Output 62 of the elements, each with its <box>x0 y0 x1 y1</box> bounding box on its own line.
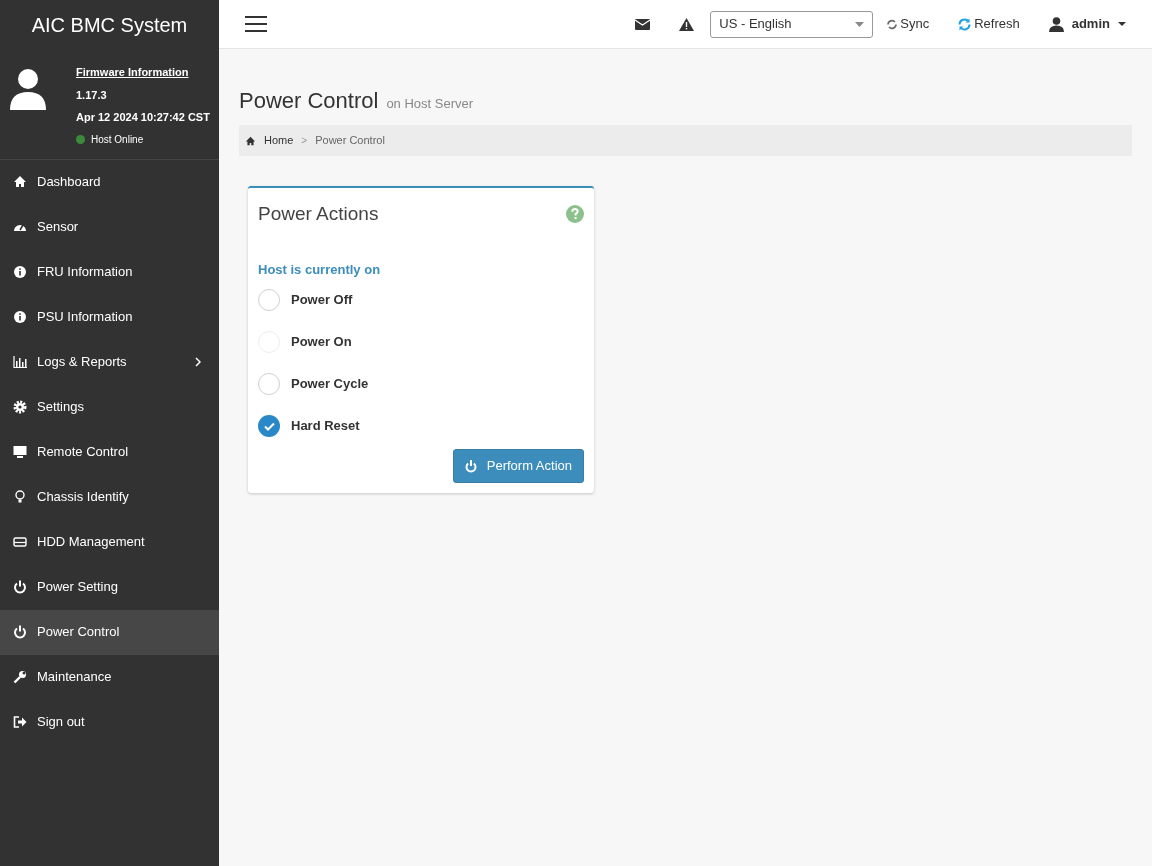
menu-button[interactable] <box>245 16 267 32</box>
warning-icon[interactable] <box>679 17 695 31</box>
sign-out-icon <box>13 715 27 729</box>
caret-icon <box>1118 22 1126 26</box>
wrench-icon <box>13 670 27 684</box>
page-subtitle: on Host Server <box>386 95 474 113</box>
radio-button[interactable] <box>258 373 280 395</box>
perform-action-button[interactable]: Perform Action <box>452 449 584 483</box>
firmware-link[interactable]: Firmware Information <box>76 64 210 81</box>
app-title: AIC BMC System <box>31 13 188 38</box>
sidebar-item[interactable]: Chassis Identify <box>0 474 219 520</box>
page-title: Power Control <box>239 87 379 115</box>
sync-icon <box>887 18 898 30</box>
language-select[interactable]: US - English <box>710 10 874 38</box>
radio-button[interactable] <box>258 415 280 437</box>
lightbulb-icon <box>13 490 27 504</box>
user-avatar-icon <box>8 68 48 112</box>
radio-button[interactable] <box>258 289 280 311</box>
sidebar-item[interactable]: Settings <box>0 384 219 430</box>
sync-button[interactable]: Sync <box>887 14 930 34</box>
drive-icon <box>13 535 27 549</box>
settings-icon <box>13 400 27 414</box>
sidebar-item[interactable]: Power Setting <box>0 564 219 610</box>
build-date: Apr 12 2024 10:27:42 CST <box>76 110 210 125</box>
envelope-icon[interactable] <box>635 18 651 30</box>
power-icon <box>464 459 477 473</box>
refresh-icon <box>958 17 972 31</box>
power-icon <box>13 625 27 639</box>
dropdown-caret-icon <box>855 21 865 27</box>
power-icon <box>13 580 27 594</box>
firmware-version: 1.17.3 <box>76 87 108 103</box>
radio-option[interactable]: Power Cycle <box>258 373 584 395</box>
sidebar-item[interactable]: PSU Information <box>0 294 219 340</box>
home-icon <box>245 135 256 146</box>
info-icon <box>13 310 27 324</box>
breadcrumb-separator: > <box>301 134 308 148</box>
user-menu[interactable]: admin <box>1048 14 1126 34</box>
sidebar-item[interactable]: FRU Information <box>0 249 219 295</box>
sidebar-item[interactable]: Maintenance <box>0 654 219 700</box>
monitor-icon <box>13 445 27 459</box>
sidebar-item[interactable]: Sign out <box>0 699 219 745</box>
help-icon[interactable] <box>566 205 584 224</box>
bar-chart-icon <box>13 355 27 369</box>
sidebar-item[interactable]: Remote Control <box>0 429 219 475</box>
radio-option[interactable]: Power Off <box>258 289 584 311</box>
host-status: Host Online <box>91 132 144 147</box>
sidebar-item[interactable]: Sensor <box>0 204 219 250</box>
sidebar-item[interactable]: HDD Management <box>0 519 219 565</box>
radio-option: Power On <box>258 331 584 353</box>
panel-title: Power Actions <box>258 202 379 226</box>
sidebar-item[interactable]: Power Control <box>0 609 219 655</box>
user-icon <box>1048 16 1064 32</box>
checkmark-icon <box>263 421 275 431</box>
sidebar-item[interactable]: Logs & Reports <box>0 339 219 385</box>
refresh-button[interactable]: Refresh <box>958 14 1020 34</box>
breadcrumb-link[interactable]: Home <box>264 132 294 149</box>
breadcrumb-current: Power Control <box>315 133 385 149</box>
radio-option[interactable]: Hard Reset <box>258 415 584 437</box>
sidebar-item[interactable]: Dashboard <box>0 159 219 205</box>
info-icon <box>13 265 27 279</box>
home-icon <box>13 175 27 189</box>
host-status-text: Host is currently on <box>257 260 382 279</box>
